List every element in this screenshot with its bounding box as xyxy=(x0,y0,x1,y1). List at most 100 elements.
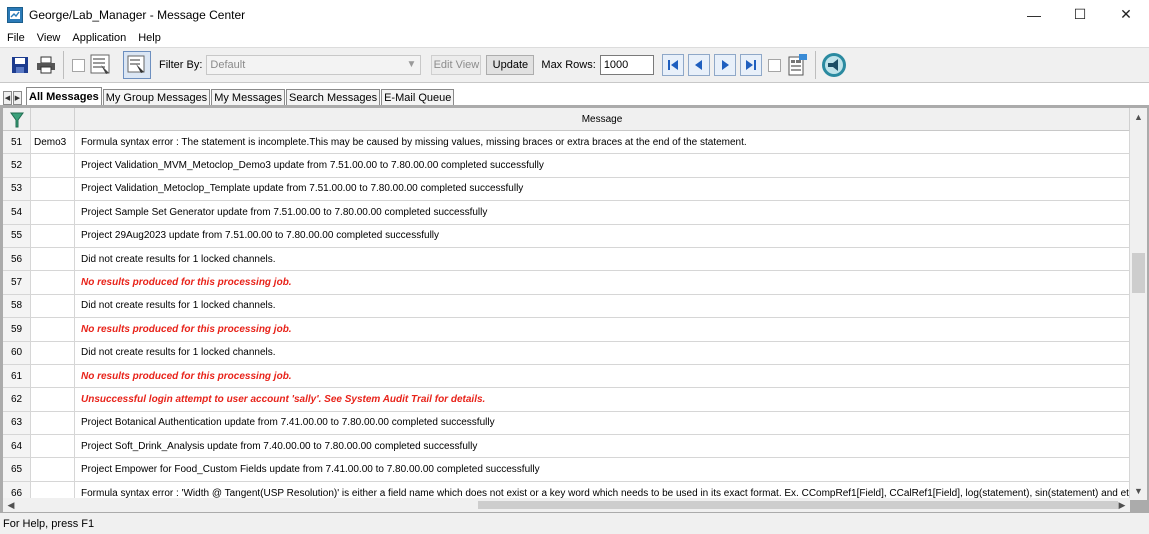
row-number[interactable]: 55 xyxy=(3,224,31,247)
row-message: Did not create results for 1 locked chan… xyxy=(75,247,1130,271)
row-number[interactable]: 65 xyxy=(3,458,31,481)
menu-application[interactable]: Application xyxy=(66,32,132,44)
row-message-error: No results produced for this processing … xyxy=(75,318,1130,341)
table-row[interactable]: 53 Project Validation_Metoclop_Template u… xyxy=(3,177,1130,202)
funnel-icon xyxy=(9,112,24,127)
table-row[interactable]: 55 Project 29Aug2023 update from 7.51.00.… xyxy=(3,224,1130,248)
scroll-down-icon[interactable]: ▼ xyxy=(1130,484,1147,498)
view-checkbox[interactable] xyxy=(72,58,85,72)
save-icon[interactable] xyxy=(7,52,33,78)
report-checkbox[interactable] xyxy=(767,58,781,72)
table-row[interactable]: 56 Did not create results for 1 locked ch… xyxy=(3,247,1130,272)
row-message: Project Validation_MVM_Metoclop_Demo3 up… xyxy=(75,154,1130,177)
row-number[interactable]: 62 xyxy=(3,388,31,411)
row-number[interactable]: 57 xyxy=(3,271,31,294)
scroll-up-icon[interactable]: ▲ xyxy=(1130,110,1147,124)
toolbar: Filter By: Default ▼ Edit View Update Ma… xyxy=(0,47,1149,83)
horizontal-scrollbar[interactable]: ◀ ▶ xyxy=(3,498,1130,512)
message-grid: Message 51 Demo3 Formula syntax error : Th… xyxy=(3,108,1130,500)
source-column-header[interactable] xyxy=(31,108,75,131)
table-row[interactable]: 58 Did not create results for 1 locked ch… xyxy=(3,294,1130,319)
row-number[interactable]: 51 xyxy=(3,131,31,154)
row-number[interactable]: 58 xyxy=(3,294,31,318)
table-row[interactable]: 52 Project Validation_MVM_Metoclop_Demo3 … xyxy=(3,154,1130,178)
row-source xyxy=(31,247,75,271)
maximize-button[interactable]: ☐ xyxy=(1057,0,1103,29)
toolbar-separator xyxy=(63,51,64,79)
table-row[interactable]: 51 Demo3 Formula syntax error : The statem… xyxy=(3,131,1130,155)
row-number[interactable]: 56 xyxy=(3,247,31,271)
menu-bar: File View Application Help xyxy=(0,29,1149,46)
first-icon[interactable] xyxy=(661,54,684,76)
report-icon[interactable] xyxy=(783,51,811,79)
table-row[interactable]: 64 Project Soft_Drink_Analysis update fro… xyxy=(3,435,1130,459)
row-number[interactable]: 64 xyxy=(3,435,31,458)
message-column-header[interactable]: Message xyxy=(75,108,1130,131)
status-text: For Help, press F1 xyxy=(3,517,95,530)
table-row[interactable]: 61 No results produced for this processin… xyxy=(3,364,1130,389)
row-source: Demo3 xyxy=(31,131,75,154)
table-row[interactable]: 59 No results produced for this processin… xyxy=(3,318,1130,342)
view-icon[interactable] xyxy=(87,51,115,79)
table-row[interactable]: 63 Project Botanical Authentication updat… xyxy=(3,411,1130,436)
table-row[interactable]: 57 No results produced for this processin… xyxy=(3,271,1130,295)
tab-search-messages[interactable]: Search Messages xyxy=(286,89,381,105)
tab-email-queue[interactable]: E-Mail Queue xyxy=(381,89,455,105)
row-message-error: No results produced for this processing … xyxy=(75,271,1130,294)
row-source xyxy=(31,271,75,294)
edit-view-button[interactable]: Edit View xyxy=(431,55,482,75)
row-message: Project Sample Set Generator update from… xyxy=(75,201,1130,224)
table-row[interactable]: 62 Unsuccessful login attempt to user acc… xyxy=(3,388,1130,412)
row-source xyxy=(31,154,75,177)
previous-icon[interactable] xyxy=(687,54,710,76)
filter-label: Filter By: xyxy=(159,59,203,71)
row-number[interactable]: 60 xyxy=(3,341,31,364)
scroll-left-icon[interactable]: ◀ xyxy=(5,498,17,512)
close-button[interactable]: ✕ xyxy=(1103,0,1149,29)
row-number[interactable]: 63 xyxy=(3,411,31,435)
tab-my-group-messages[interactable]: My Group Messages xyxy=(102,89,211,105)
filter-column-header[interactable] xyxy=(3,108,31,131)
minimize-button[interactable]: — xyxy=(1011,0,1057,29)
row-number[interactable]: 53 xyxy=(3,177,31,201)
row-number[interactable]: 52 xyxy=(3,154,31,177)
row-source xyxy=(31,318,75,341)
tab-scroll-right-icon[interactable]: ▶ xyxy=(13,91,22,105)
tab-my-messages[interactable]: My Messages xyxy=(211,89,286,105)
row-number[interactable]: 59 xyxy=(3,318,31,341)
row-source xyxy=(31,458,75,481)
row-source xyxy=(31,341,75,364)
menu-file[interactable]: File xyxy=(0,32,31,44)
vertical-scrollbar[interactable]: ▲ ▼ xyxy=(1130,108,1147,500)
table-row[interactable]: 54 Project Sample Set Generator update fr… xyxy=(3,201,1130,225)
row-number[interactable]: 54 xyxy=(3,201,31,224)
row-message: Project 29Aug2023 update from 7.51.00.00… xyxy=(75,224,1130,247)
scroll-right-icon[interactable]: ▶ xyxy=(1116,498,1128,512)
toolbar-separator xyxy=(814,51,816,79)
row-source xyxy=(31,201,75,224)
max-rows-input[interactable]: 1000 xyxy=(599,55,654,75)
last-icon[interactable] xyxy=(739,54,762,76)
print-icon[interactable] xyxy=(33,52,59,78)
filter-select[interactable]: Default ▼ xyxy=(206,55,422,75)
table-row[interactable]: 65 Project Empower for Food_Custom Fields… xyxy=(3,458,1130,482)
menu-help[interactable]: Help xyxy=(132,32,167,44)
tab-all-messages[interactable]: All Messages xyxy=(26,87,102,105)
view-alt-icon[interactable] xyxy=(123,51,151,79)
vertical-scroll-thumb[interactable] xyxy=(1132,253,1145,293)
row-number[interactable]: 61 xyxy=(3,364,31,388)
tab-scroll-left-icon[interactable]: ◀ xyxy=(3,91,12,105)
row-source xyxy=(31,411,75,435)
announce-icon[interactable] xyxy=(820,51,848,79)
chevron-down-icon: ▼ xyxy=(406,59,417,70)
next-icon[interactable] xyxy=(713,54,736,76)
grid-container: Message 51 Demo3 Formula syntax error : Th… xyxy=(0,105,1149,513)
table-row[interactable]: 60 Did not create results for 1 locked ch… xyxy=(3,341,1130,365)
row-message: Formula syntax error : The statement is … xyxy=(75,131,1130,154)
row-message: Project Empower for Food_Custom Fields u… xyxy=(75,458,1130,481)
row-message: Project Validation_Metoclop_Template upd… xyxy=(75,177,1130,201)
menu-view[interactable]: View xyxy=(31,32,67,44)
horizontal-scroll-thumb[interactable] xyxy=(478,501,1118,509)
row-message-error: No results produced for this processing … xyxy=(75,364,1130,388)
update-button[interactable]: Update xyxy=(486,55,535,75)
